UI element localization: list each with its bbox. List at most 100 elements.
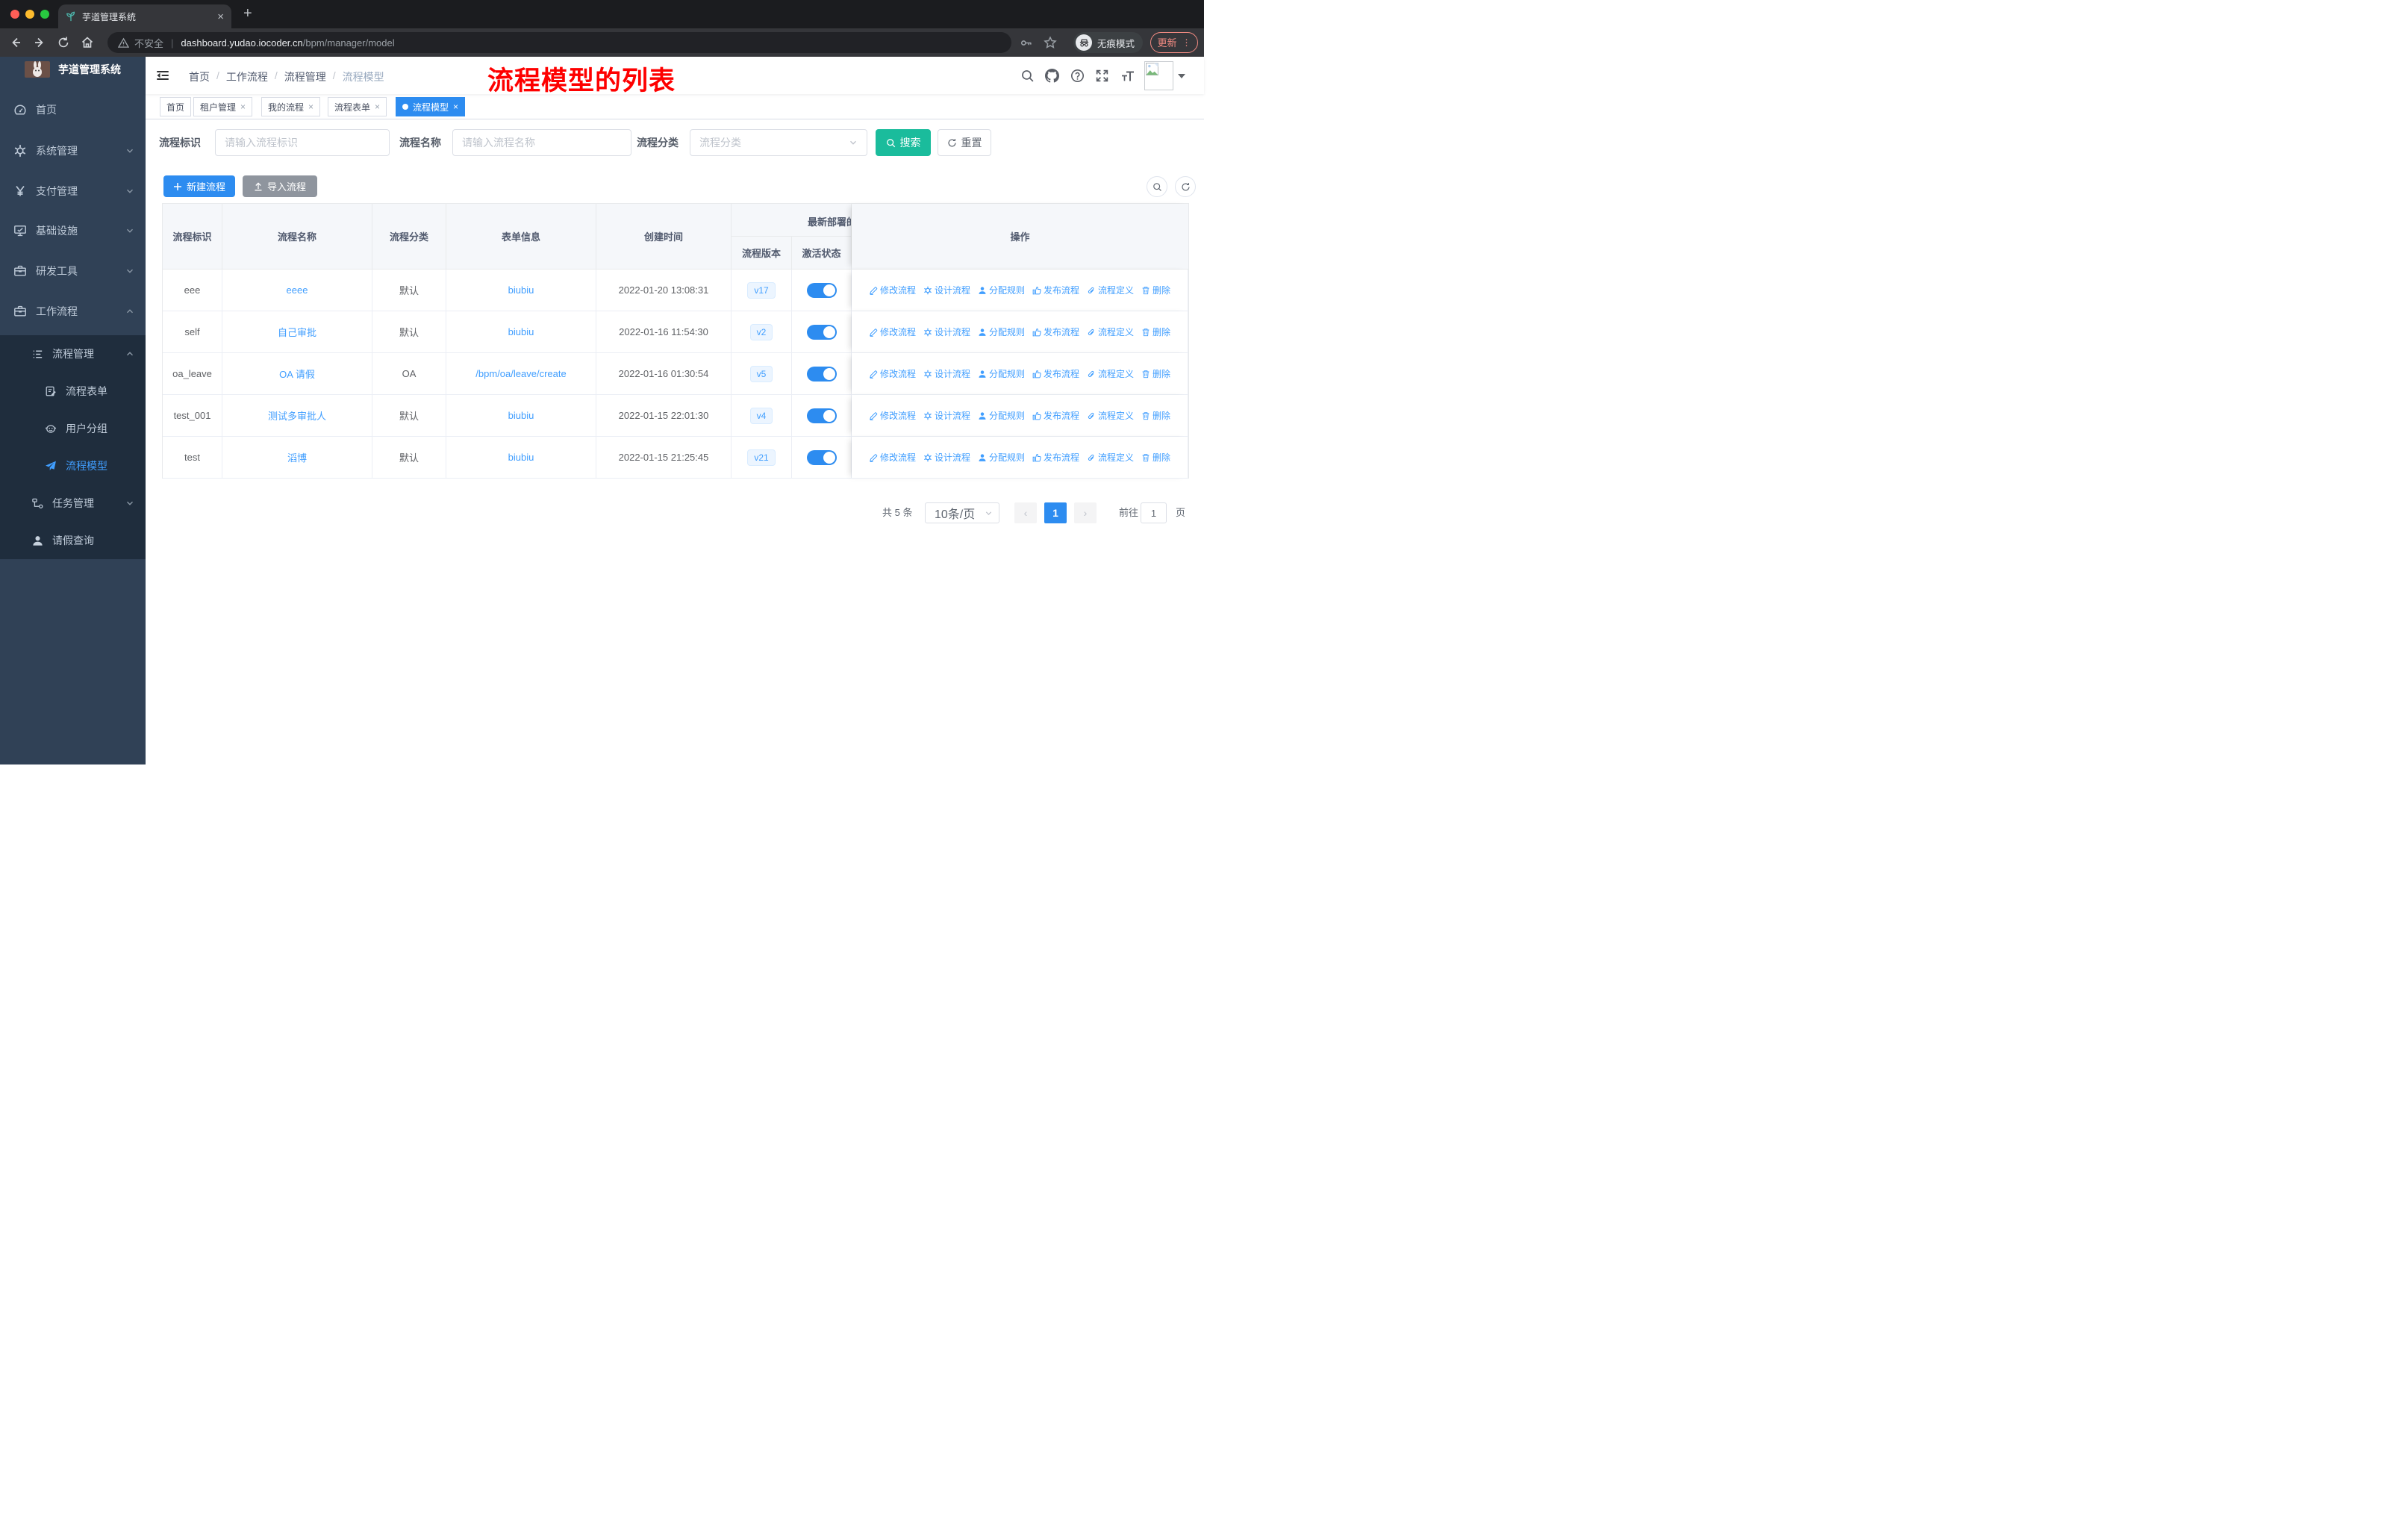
show-search-toggle-button[interactable] <box>1147 176 1167 197</box>
refresh-table-button[interactable] <box>1175 176 1196 197</box>
tag-close-icon[interactable]: × <box>308 102 314 112</box>
prev-page-button[interactable]: ‹ <box>1014 502 1037 523</box>
sidebar-item-dev-tools[interactable]: 研发工具 <box>0 252 146 290</box>
version-badge[interactable]: v2 <box>749 323 773 340</box>
github-icon[interactable] <box>1045 69 1059 83</box>
close-window-button[interactable] <box>10 10 19 19</box>
publish-process-link[interactable]: 发布流程 <box>1032 284 1079 296</box>
publish-process-link[interactable]: 发布流程 <box>1032 326 1079 338</box>
sidebar-item-infrastructure[interactable]: 基础设施 <box>0 212 146 249</box>
sidebar-item-payment[interactable]: 支付管理 <box>0 172 146 210</box>
address-bar[interactable]: 不安全 | dashboard.yudao.iocoder.cn/bpm/man… <box>107 32 1011 53</box>
tag-close-icon[interactable]: × <box>375 102 380 112</box>
delete-process-link[interactable]: 删除 <box>1141 284 1170 296</box>
tag-tenant-management[interactable]: 租户管理 × <box>193 97 253 116</box>
sidebar-collapse-icon[interactable] <box>155 68 170 83</box>
process-name-link[interactable]: 自己审批 <box>278 325 316 339</box>
assign-rule-link[interactable]: 分配规则 <box>978 326 1025 338</box>
font-size-icon[interactable] <box>1120 69 1135 83</box>
tag-process-form[interactable]: 流程表单 × <box>328 97 387 116</box>
forward-icon[interactable] <box>33 36 46 49</box>
breadcrumb-process-management[interactable]: 流程管理 <box>284 69 326 84</box>
process-definition-link[interactable]: 流程定义 <box>1087 284 1134 296</box>
window-controls[interactable] <box>10 10 49 19</box>
active-toggle[interactable] <box>806 282 837 298</box>
sidebar-item-process-model[interactable]: 流程模型 <box>0 447 146 485</box>
version-badge[interactable]: v17 <box>747 281 776 299</box>
tag-my-process[interactable]: 我的流程 × <box>261 97 321 116</box>
tag-close-icon[interactable]: × <box>240 102 246 112</box>
process-definition-link[interactable]: 流程定义 <box>1087 326 1134 338</box>
breadcrumb-workflow[interactable]: 工作流程 <box>226 69 268 84</box>
key-icon[interactable] <box>1020 37 1032 49</box>
sidebar-item-workflow[interactable]: 工作流程 <box>0 293 146 330</box>
assign-rule-link[interactable]: 分配规则 <box>978 284 1025 296</box>
avatar[interactable] <box>1144 61 1173 90</box>
tag-close-icon[interactable]: × <box>453 102 458 112</box>
assign-rule-link[interactable]: 分配规则 <box>978 367 1025 380</box>
process-definition-link[interactable]: 流程定义 <box>1087 451 1134 464</box>
design-process-link[interactable]: 设计流程 <box>923 451 970 464</box>
version-badge[interactable]: v5 <box>749 365 773 382</box>
back-icon[interactable] <box>9 36 22 49</box>
sidebar-item-task-management[interactable]: 任务管理 <box>0 485 146 522</box>
publish-process-link[interactable]: 发布流程 <box>1032 409 1079 422</box>
design-process-link[interactable]: 设计流程 <box>923 284 970 296</box>
current-page-button[interactable]: 1 <box>1044 502 1067 523</box>
delete-process-link[interactable]: 删除 <box>1141 409 1170 422</box>
reset-button[interactable]: 重置 <box>938 129 991 156</box>
browser-update-button[interactable]: 更新 ⋮ <box>1150 31 1198 53</box>
sidebar-item-process-form[interactable]: 流程表单 <box>0 373 146 410</box>
process-name-link[interactable]: OA 请假 <box>279 367 315 381</box>
goto-page-input[interactable] <box>1141 502 1167 523</box>
zoom-window-button[interactable] <box>40 10 49 19</box>
publish-process-link[interactable]: 发布流程 <box>1032 451 1079 464</box>
assign-rule-link[interactable]: 分配规则 <box>978 451 1025 464</box>
browser-tab[interactable]: 芋道管理系统 × <box>58 4 231 28</box>
edit-process-link[interactable]: 修改流程 <box>869 451 916 464</box>
version-badge[interactable]: v21 <box>747 449 776 466</box>
home-icon[interactable] <box>81 36 94 49</box>
sidebar-item-home[interactable]: 首页 <box>0 91 146 128</box>
active-toggle[interactable] <box>806 449 837 465</box>
edit-process-link[interactable]: 修改流程 <box>869 367 916 380</box>
security-label[interactable]: 不安全 <box>134 36 163 50</box>
search-button[interactable]: 搜索 <box>876 129 931 156</box>
process-name-link[interactable]: 测试多审批人 <box>268 408 326 423</box>
browser-menu-icon[interactable]: ⋮ <box>1182 38 1191 47</box>
delete-process-link[interactable]: 删除 <box>1141 451 1170 464</box>
new-tab-button[interactable]: + <box>243 5 252 22</box>
page-size-select[interactable]: 10条/页 <box>925 502 999 523</box>
form-info-link[interactable]: /bpm/oa/leave/create <box>475 368 566 379</box>
process-category-select[interactable]: 流程分类 <box>690 129 867 156</box>
process-id-input[interactable]: 请输入流程标识 <box>215 129 390 156</box>
tag-home[interactable]: 首页 <box>160 97 192 116</box>
active-toggle[interactable] <box>806 366 837 382</box>
minimize-window-button[interactable] <box>25 10 34 19</box>
design-process-link[interactable]: 设计流程 <box>923 326 970 338</box>
tag-process-model[interactable]: 流程模型 × <box>396 97 466 116</box>
search-icon[interactable] <box>1020 69 1035 83</box>
form-info-link[interactable]: biubiu <box>508 452 534 463</box>
fullscreen-icon[interactable] <box>1095 69 1109 83</box>
publish-process-link[interactable]: 发布流程 <box>1032 367 1079 380</box>
edit-process-link[interactable]: 修改流程 <box>869 409 916 422</box>
active-toggle[interactable] <box>806 408 837 423</box>
design-process-link[interactable]: 设计流程 <box>923 409 970 422</box>
process-name-link[interactable]: 滔博 <box>287 450 307 464</box>
security-warning-icon[interactable] <box>118 37 129 49</box>
assign-rule-link[interactable]: 分配规则 <box>978 409 1025 422</box>
delete-process-link[interactable]: 删除 <box>1141 367 1170 380</box>
form-info-link[interactable]: biubiu <box>508 326 534 337</box>
edit-process-link[interactable]: 修改流程 <box>869 326 916 338</box>
sidebar-item-user-group[interactable]: 用户分组 <box>0 410 146 447</box>
process-definition-link[interactable]: 流程定义 <box>1087 409 1134 422</box>
bookmark-star-icon[interactable] <box>1044 36 1057 49</box>
version-badge[interactable]: v4 <box>749 407 773 424</box>
create-process-button[interactable]: 新建流程 <box>163 175 235 197</box>
breadcrumb-home[interactable]: 首页 <box>189 69 210 84</box>
sidebar-item-process-management[interactable]: 流程管理 <box>0 335 146 373</box>
process-name-link[interactable]: eeee <box>287 284 308 296</box>
reload-icon[interactable] <box>57 36 70 49</box>
sidebar-item-system[interactable]: 系统管理 <box>0 132 146 169</box>
